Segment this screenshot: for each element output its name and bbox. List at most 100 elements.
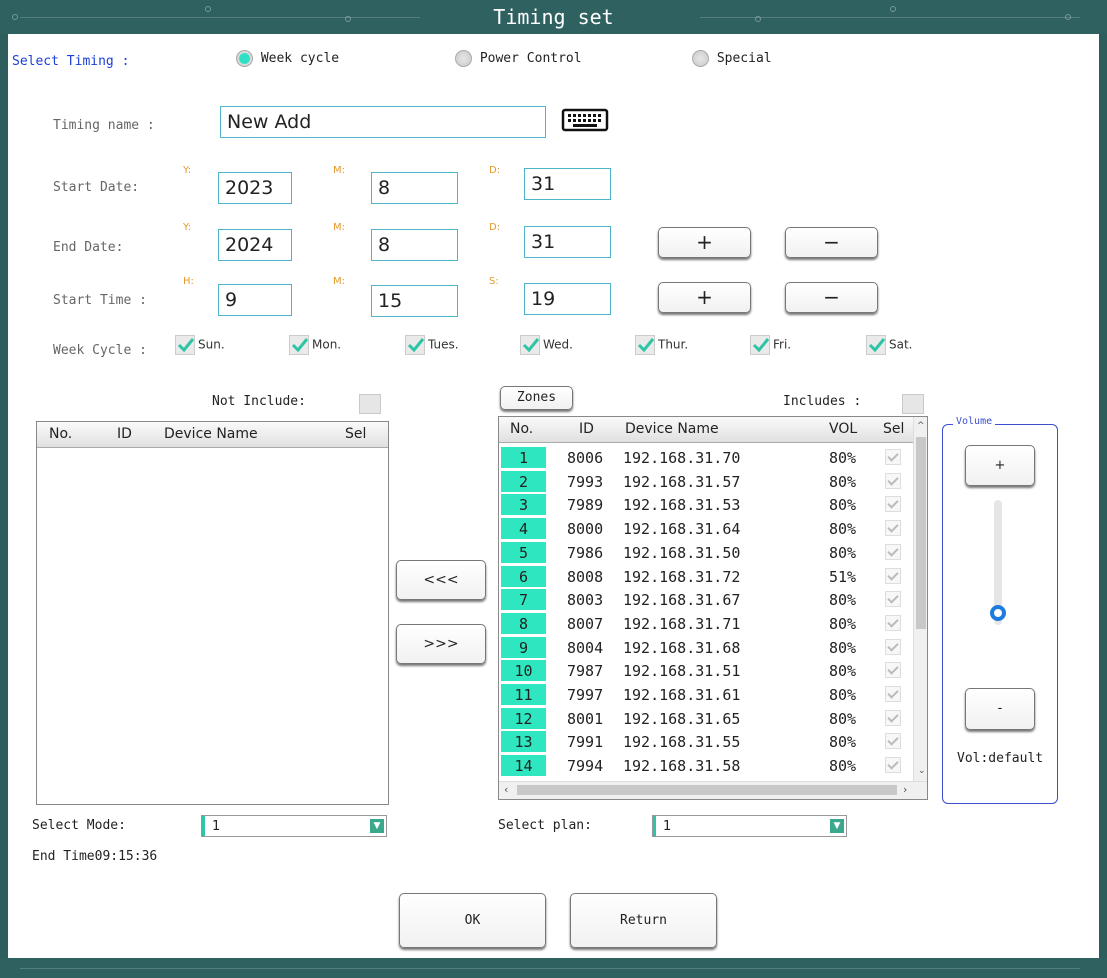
row-sel-checkbox[interactable]	[885, 733, 901, 750]
zones-button[interactable]: Zones	[500, 386, 573, 410]
start-day-input[interactable]: 31	[524, 168, 611, 200]
excluded-device-list[interactable]: No. ID Device Name Sel	[36, 421, 389, 805]
row-no: 2	[501, 470, 546, 492]
move-right-button[interactable]: >>>	[396, 624, 486, 664]
day-sat[interactable]: Sat.	[866, 335, 913, 355]
date-plus-button[interactable]: +	[658, 227, 751, 258]
radio-special[interactable]: Special	[692, 50, 772, 67]
row-sel-checkbox[interactable]	[885, 709, 901, 726]
check-icon	[750, 335, 770, 355]
table-row[interactable]: 8 8007 192.168.31.71 80%	[499, 612, 913, 635]
table-row[interactable]: 13 7991 192.168.31.55 80%	[499, 731, 913, 753]
row-device-name: 192.168.31.51	[623, 662, 741, 681]
scroll-down-icon[interactable]: ⌄	[918, 766, 926, 776]
table-row[interactable]: 7 8003 192.168.31.67 80%	[499, 589, 913, 611]
scroll-thumb[interactable]	[916, 437, 926, 629]
row-sel-checkbox[interactable]	[885, 614, 901, 631]
timing-name-label: Timing name :	[53, 118, 155, 133]
scroll-left-icon[interactable]: ‹	[504, 783, 508, 796]
table-row[interactable]: 10 7987 192.168.31.51 80%	[499, 660, 913, 682]
includes-checkbox[interactable]	[902, 394, 924, 414]
radio-week-cycle[interactable]: Week cycle	[236, 50, 339, 67]
volume-minus-button[interactable]: -	[965, 688, 1035, 730]
table-row[interactable]: 1 8006 192.168.31.70 80%	[499, 447, 913, 469]
row-sel-checkbox[interactable]	[885, 472, 901, 489]
table-row[interactable]: 3 7989 192.168.31.53 80%	[499, 494, 913, 516]
not-include-checkbox[interactable]	[359, 394, 381, 414]
return-button[interactable]: Return	[570, 893, 717, 948]
date-minus-button[interactable]: −	[785, 227, 878, 258]
end-day-input[interactable]: 31	[524, 226, 611, 258]
radio-power-control[interactable]: Power Control	[455, 50, 582, 67]
table-row[interactable]: 4 8000 192.168.31.64 80%	[499, 518, 913, 540]
start-month-input[interactable]: 8	[371, 172, 458, 204]
volume-plus-button[interactable]: +	[965, 445, 1035, 486]
move-left-button[interactable]: <<<	[396, 560, 486, 600]
col-device-name: Device Name	[164, 426, 258, 442]
row-id: 7986	[567, 543, 604, 562]
row-sel-checkbox[interactable]	[885, 496, 901, 513]
row-sel-checkbox[interactable]	[885, 520, 901, 537]
row-sel-checkbox[interactable]	[885, 638, 901, 655]
day-mon[interactable]: Mon.	[289, 335, 341, 355]
row-sel-checkbox[interactable]	[885, 662, 901, 679]
timing-name-input[interactable]: New Add	[220, 106, 546, 138]
row-id: 8004	[567, 638, 604, 657]
row-sel-checkbox[interactable]	[885, 449, 901, 465]
table-row[interactable]: 5 7986 192.168.31.50 80%	[499, 541, 913, 564]
table-row[interactable]: 6 8008 192.168.31.72 51%	[499, 565, 913, 588]
row-sel-checkbox[interactable]	[885, 567, 901, 584]
row-vol: 80%	[829, 496, 857, 515]
h-scroll-thumb[interactable]	[517, 785, 897, 795]
row-sel-checkbox[interactable]	[885, 757, 901, 774]
table-row[interactable]: 11 7997 192.168.31.61 80%	[499, 684, 913, 706]
time-plus-button[interactable]: +	[658, 282, 751, 313]
vertical-scrollbar[interactable]: ^ ⌄	[913, 417, 927, 781]
end-month-input[interactable]: 8	[371, 229, 458, 261]
minute-input[interactable]: 15	[371, 285, 458, 317]
table-row[interactable]: 2 7993 192.168.31.57 80%	[499, 470, 913, 493]
select-mode-label: Select Mode:	[32, 818, 126, 833]
start-time-label: Start Time :	[53, 293, 147, 308]
row-sel-checkbox[interactable]	[885, 686, 901, 702]
row-no: 12	[501, 707, 546, 729]
included-device-list[interactable]: No. ID Device Name VOL Sel 1 8006 192.168.…	[498, 416, 928, 800]
row-device-name: 192.168.31.55	[623, 733, 741, 752]
select-mode-dropdown[interactable]: 1 ▼	[201, 815, 387, 837]
row-device-name: 192.168.31.68	[623, 638, 741, 657]
row-id: 7987	[567, 662, 604, 681]
table-row[interactable]: 12 8001 192.168.31.65 80%	[499, 707, 913, 730]
scroll-up-icon[interactable]: ^	[917, 421, 925, 431]
row-no: 1	[501, 447, 546, 468]
select-plan-dropdown[interactable]: 1 ▼	[652, 815, 847, 837]
row-no: 6	[501, 565, 546, 587]
scroll-right-icon[interactable]: ›	[903, 783, 907, 796]
row-sel-checkbox[interactable]	[885, 543, 901, 560]
keyboard-icon[interactable]	[560, 108, 610, 132]
not-include-label: Not Include:	[212, 394, 306, 409]
table-row[interactable]: 14 7994 192.168.31.58 80%	[499, 755, 913, 777]
ok-button[interactable]: OK	[399, 893, 546, 948]
second-input[interactable]: 19	[524, 283, 611, 315]
check-icon	[175, 335, 195, 355]
day-wed[interactable]: Wed.	[520, 335, 573, 355]
start-year-input[interactable]: 2023	[218, 172, 292, 204]
col-id: ID	[579, 421, 594, 437]
time-minus-button[interactable]: −	[785, 282, 878, 313]
row-id: 8003	[567, 591, 604, 610]
hour-input[interactable]: 9	[218, 284, 292, 316]
day-fri-label: Fri.	[773, 337, 792, 352]
row-no: 7	[501, 589, 546, 611]
volume-slider-knob[interactable]	[990, 604, 1006, 621]
day-fri[interactable]: Fri.	[750, 335, 791, 355]
row-sel-checkbox[interactable]	[885, 591, 901, 608]
day-tues[interactable]: Tues.	[405, 335, 459, 355]
table-row[interactable]: 9 8004 192.168.31.68 80%	[499, 636, 913, 659]
row-vol: 80%	[829, 757, 857, 776]
row-vol: 80%	[829, 686, 857, 704]
end-year-input[interactable]: 2024	[218, 229, 292, 261]
day-sun[interactable]: Sun.	[175, 335, 225, 355]
horizontal-scrollbar[interactable]: ‹ ›	[499, 781, 927, 799]
row-no: 14	[501, 755, 546, 777]
day-thur[interactable]: Thur.	[635, 335, 688, 355]
